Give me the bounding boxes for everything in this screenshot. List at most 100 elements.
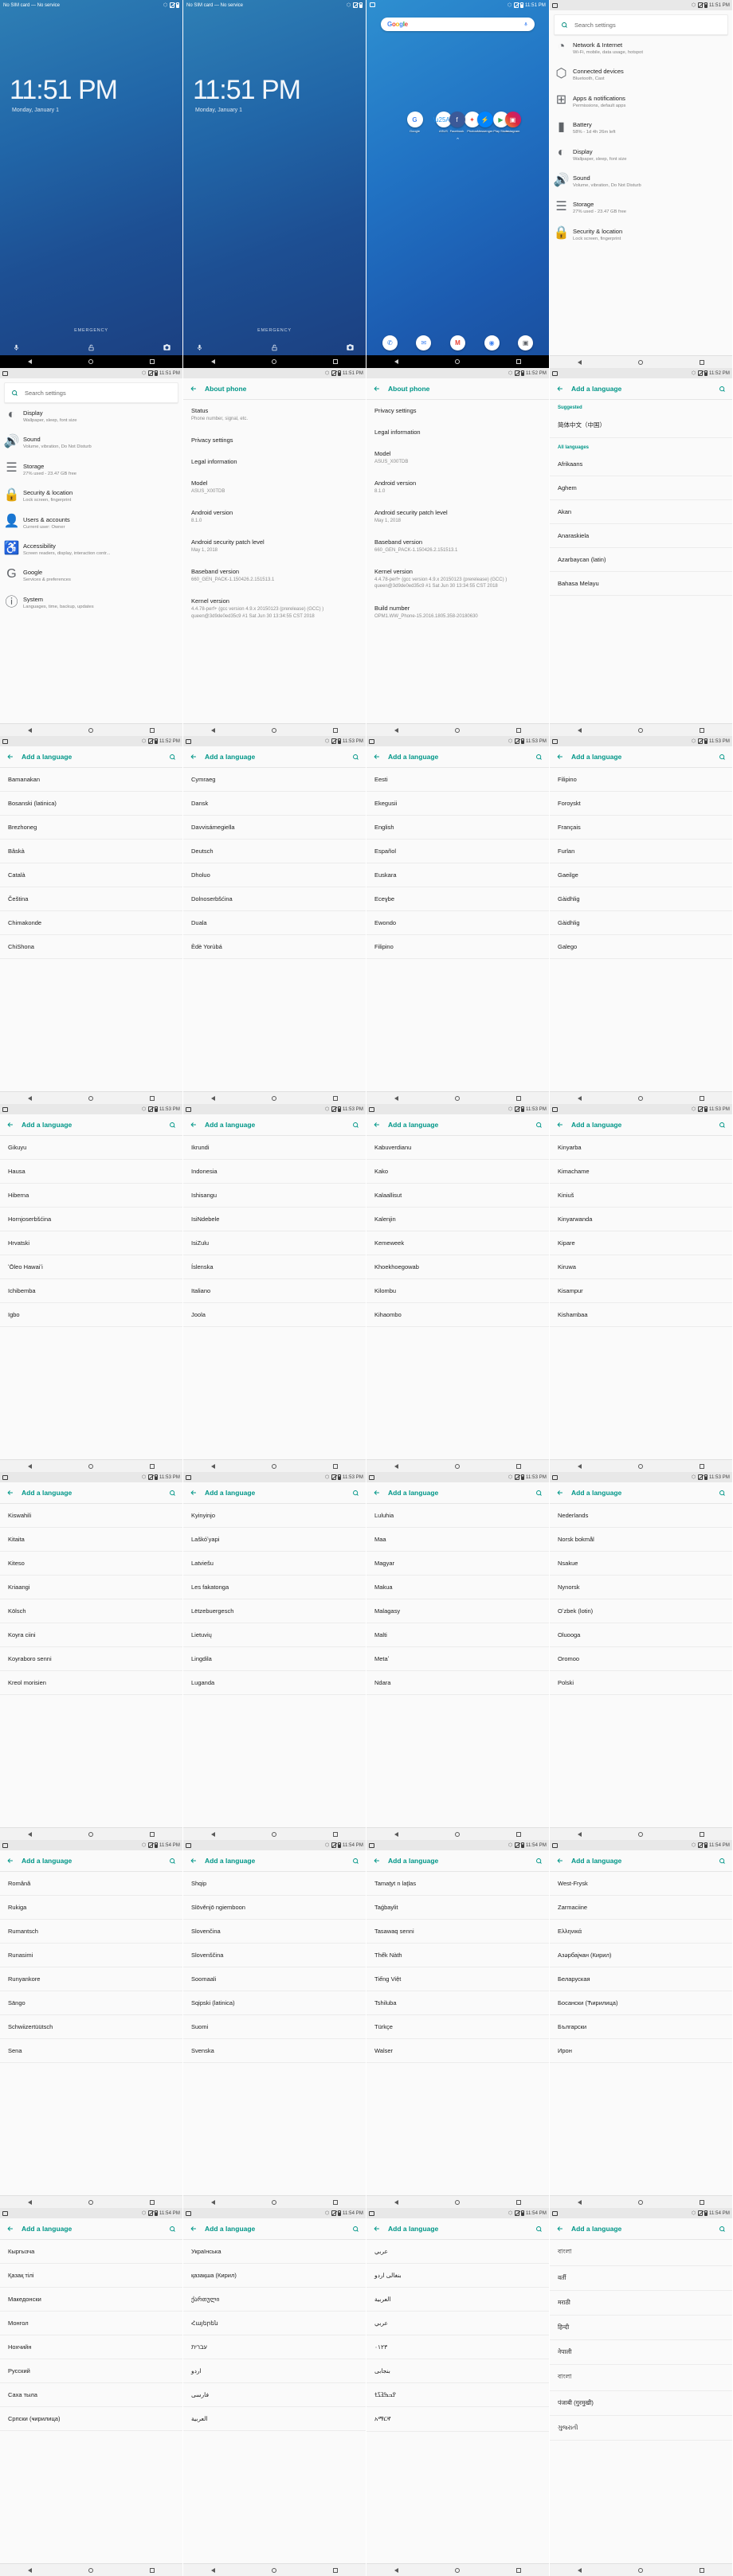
- recents-nav-button[interactable]: [515, 359, 521, 364]
- microphone-icon[interactable]: [194, 343, 204, 352]
- list-item[interactable]: Nederlands: [550, 1504, 732, 1528]
- settings-row[interactable]: ◔ Network & Internet Wi-Fi, mobile, data…: [550, 35, 732, 61]
- home-nav-button[interactable]: [454, 359, 460, 364]
- list-item[interactable]: Ирон: [550, 2039, 732, 2063]
- home-nav-button[interactable]: [454, 2567, 460, 2573]
- search-icon[interactable]: [719, 1122, 726, 1129]
- list-item[interactable]: Azarbaycan (latin): [550, 548, 732, 572]
- back-arrow-icon[interactable]: [190, 385, 198, 393]
- search-icon[interactable]: [352, 1122, 359, 1129]
- list-item[interactable]: Foroyskt: [550, 792, 732, 816]
- list-item[interactable]: Afrikaans: [550, 452, 732, 476]
- back-arrow-icon[interactable]: [190, 1489, 198, 1497]
- list-item[interactable]: Kyinyinjo: [183, 1504, 366, 1528]
- back-arrow-icon[interactable]: [556, 1857, 564, 1865]
- list-item[interactable]: Kilombu: [366, 1279, 549, 1303]
- back-arrow-icon[interactable]: [6, 1857, 14, 1865]
- list-item[interactable]: Kalenjin: [366, 1208, 549, 1231]
- list-item[interactable]: Tiếng Việt: [366, 1967, 549, 1991]
- home-nav-button[interactable]: [637, 359, 643, 365]
- list-item[interactable]: Khoekhoegowab: [366, 1255, 549, 1279]
- list-item[interactable]: Rukiga: [0, 1896, 182, 1920]
- list-item[interactable]: Akan: [550, 500, 732, 524]
- home-nav-button[interactable]: [271, 1463, 276, 1469]
- settings-row[interactable]: 👤 Users & accounts Current user: Owner: [0, 510, 182, 536]
- back-nav-button[interactable]: [394, 1463, 399, 1469]
- list-item[interactable]: Norsk bokmål: [550, 1528, 732, 1552]
- search-icon[interactable]: [535, 2226, 543, 2233]
- list-item[interactable]: Tshiluba: [366, 1991, 549, 2015]
- list-item[interactable]: ქართული: [183, 2288, 366, 2312]
- list-item[interactable]: Kemeweek: [366, 1231, 549, 1255]
- list-item[interactable]: Galego: [550, 935, 732, 959]
- settings-row[interactable]: ☰ Storage 27% used - 23.47 GB free: [550, 194, 732, 221]
- list-item[interactable]: Bosanski (latinica): [0, 792, 182, 816]
- back-arrow-icon[interactable]: [556, 1121, 564, 1129]
- search-icon[interactable]: [169, 2226, 176, 2233]
- about-row[interactable]: Baseband version 660_GEN_PACK-1.150426.2…: [183, 561, 366, 590]
- settings-row[interactable]: G Google Services & preferences: [0, 562, 182, 589]
- list-item[interactable]: Bâskà: [0, 840, 182, 863]
- back-nav-button[interactable]: [28, 1831, 33, 1837]
- back-nav-button[interactable]: [578, 2199, 582, 2205]
- list-item[interactable]: Kabuverdianu: [366, 1136, 549, 1160]
- microphone-icon[interactable]: [11, 343, 21, 352]
- list-item[interactable]: Deutsch: [183, 840, 366, 863]
- home-nav-button[interactable]: [88, 1095, 93, 1101]
- recents-nav-button[interactable]: [699, 1463, 704, 1469]
- search-settings-field[interactable]: Search settings: [554, 14, 728, 35]
- home-nav-button[interactable]: [454, 727, 460, 733]
- list-item[interactable]: हिन्दी: [550, 2316, 732, 2340]
- list-item[interactable]: Азәрбајҹан (Кирил): [550, 1944, 732, 1967]
- list-item[interactable]: Íslenska: [183, 1255, 366, 1279]
- about-row[interactable]: Android security patch level May 1, 2018: [366, 502, 549, 531]
- recents-nav-button[interactable]: [332, 1095, 338, 1101]
- list-item[interactable]: فارسی: [183, 2383, 366, 2407]
- list-item[interactable]: West-Frysk: [550, 1872, 732, 1896]
- home-nav-button[interactable]: [271, 359, 276, 364]
- list-item[interactable]: Walser: [366, 2039, 549, 2063]
- list-item[interactable]: Les fakatonga: [183, 1576, 366, 1599]
- about-row[interactable]: Android version 8.1.0: [183, 502, 366, 531]
- recents-nav-button[interactable]: [699, 1095, 704, 1101]
- list-item[interactable]: Română: [0, 1872, 182, 1896]
- gmail-icon[interactable]: M: [449, 335, 465, 350]
- list-item[interactable]: Taǵbaylit: [366, 1896, 549, 1920]
- list-item[interactable]: Shqip: [183, 1872, 366, 1896]
- list-item[interactable]: Koyra ciini: [0, 1623, 182, 1647]
- list-item[interactable]: عربي: [366, 2312, 549, 2335]
- list-item[interactable]: Svenska: [183, 2039, 366, 2063]
- emergency-button-2[interactable]: EMERGENCY: [183, 328, 366, 333]
- list-item[interactable]: पंजाबी (गुरमुखी): [550, 2391, 732, 2416]
- back-nav-button[interactable]: [578, 1095, 582, 1101]
- list-item[interactable]: Dansk: [183, 792, 366, 816]
- settings-row[interactable]: ⓘ System Languages, time, backup, update…: [0, 589, 182, 616]
- list-item[interactable]: IsiZulu: [183, 1231, 366, 1255]
- list-item[interactable]: Lëtzebuergesch: [183, 1599, 366, 1623]
- list-item[interactable]: Dholuo: [183, 863, 366, 887]
- list-item[interactable]: Русский: [0, 2359, 182, 2383]
- home-nav-button[interactable]: [637, 2567, 643, 2573]
- app-icon-instagram[interactable]: ▣ Instagram: [502, 112, 523, 133]
- search-icon[interactable]: [719, 386, 726, 393]
- search-icon[interactable]: [719, 1490, 726, 1497]
- list-item[interactable]: Metaʼ: [366, 1647, 549, 1671]
- about-row[interactable]: Privacy settings: [366, 400, 549, 421]
- back-arrow-icon[interactable]: [190, 753, 198, 761]
- recents-nav-button[interactable]: [515, 1831, 521, 1837]
- home-nav-button[interactable]: [637, 1095, 643, 1101]
- list-item[interactable]: বাংলা: [550, 2240, 732, 2266]
- about-row[interactable]: Legal information: [183, 451, 366, 472]
- list-item[interactable]: Ελληνικά: [550, 1920, 732, 1944]
- about-row[interactable]: Legal information: [366, 421, 549, 443]
- list-item[interactable]: اردو: [183, 2359, 366, 2383]
- list-item[interactable]: Magyar: [366, 1552, 549, 1576]
- list-item[interactable]: Ichibemba: [0, 1279, 182, 1303]
- search-icon[interactable]: [719, 2226, 726, 2233]
- list-item[interactable]: Հայերեն: [183, 2312, 366, 2335]
- list-item[interactable]: Kitaita: [0, 1528, 182, 1552]
- back-nav-button[interactable]: [578, 2567, 582, 2573]
- back-arrow-icon[interactable]: [556, 2225, 564, 2233]
- back-nav-button[interactable]: [211, 2567, 216, 2573]
- search-icon[interactable]: [535, 1122, 543, 1129]
